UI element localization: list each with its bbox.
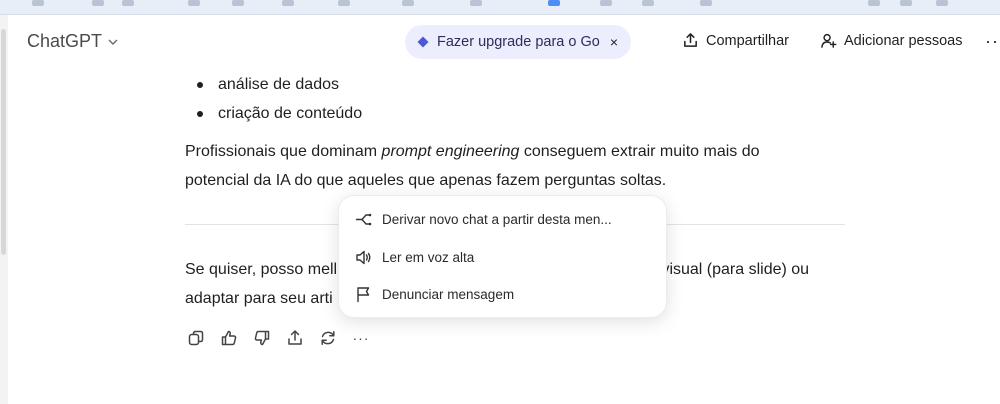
share-icon	[684, 33, 697, 47]
share-button[interactable]: Compartilhar	[682, 32, 789, 49]
share-icon	[288, 330, 302, 345]
share-message-button[interactable]	[285, 328, 305, 348]
thumbs-down-icon	[254, 330, 270, 346]
paragraph-text: conseguem extrair muito mais do	[519, 143, 760, 160]
chevron-down-icon	[108, 39, 118, 45]
menu-item-branch-chat[interactable]: Derivar novo chat a partir desta men...	[339, 202, 666, 236]
menu-item-label: Ler em voz alta	[382, 249, 475, 265]
more-icon: ···	[352, 330, 370, 346]
bullet-list: análise de dados criação de conteúdo	[185, 70, 845, 128]
branch-icon	[355, 211, 372, 228]
regenerate-icon	[321, 331, 335, 345]
menu-item-read-aloud[interactable]: Ler em voz alta	[339, 240, 666, 274]
paragraph-text: potencial da IA do que aqueles que apena…	[185, 172, 667, 189]
upgrade-pill[interactable]: Fazer upgrade para o Go ×	[405, 25, 632, 59]
menu-item-label: Denunciar mensagem	[382, 286, 515, 302]
message-actions: ···	[186, 328, 371, 348]
bad-response-button[interactable]	[252, 328, 272, 348]
regenerate-button[interactable]	[318, 328, 338, 348]
add-person-icon	[821, 33, 837, 48]
good-response-button[interactable]	[219, 328, 239, 348]
share-label: Compartilhar	[706, 32, 789, 49]
emphasis-text: prompt engineering	[381, 143, 520, 160]
message-context-menu: Derivar novo chat a partir desta men... …	[338, 195, 667, 318]
copy-icon	[188, 330, 204, 346]
model-label: ChatGPT	[27, 31, 103, 51]
assistant-message: análise de dados criação de conteúdo Pro…	[185, 70, 845, 307]
menu-item-label: Derivar novo chat a partir desta men...	[382, 211, 612, 227]
model-selector[interactable]: ChatGPT	[27, 31, 119, 52]
paragraph-text: s visual (para slide) ou	[649, 261, 810, 278]
upgrade-close-button[interactable]: ×	[610, 34, 618, 50]
add-people-label: Adicionar pessoas	[844, 32, 963, 49]
menu-item-report[interactable]: Denunciar mensagem	[339, 277, 666, 311]
more-actions-button[interactable]: ···	[351, 328, 371, 348]
scrollbar-thumb[interactable]	[1, 29, 6, 255]
paragraph-text: Se quiser, posso mell	[185, 261, 338, 278]
scrollbar[interactable]	[0, 15, 8, 404]
gem-icon	[417, 36, 429, 48]
paragraph-text: Profissionais que dominam	[185, 143, 382, 160]
speaker-icon	[355, 249, 372, 266]
more-options-button[interactable]: ···	[985, 31, 1000, 52]
chat-header: ChatGPT Fazer upgrade para o Go × Compar…	[8, 15, 1000, 70]
add-people-button[interactable]: Adicionar pessoas	[820, 32, 963, 49]
copy-button[interactable]	[186, 328, 206, 348]
list-item: análise de dados	[185, 70, 845, 99]
thumbs-up-icon	[221, 330, 237, 346]
message-paragraph: Profissionais que dominam prompt enginee…	[185, 137, 845, 195]
flag-icon	[355, 286, 372, 303]
upgrade-label: Fazer upgrade para o Go	[437, 34, 600, 50]
list-item: criação de conteúdo	[185, 99, 845, 128]
browser-toolbar-strip	[0, 0, 1000, 15]
